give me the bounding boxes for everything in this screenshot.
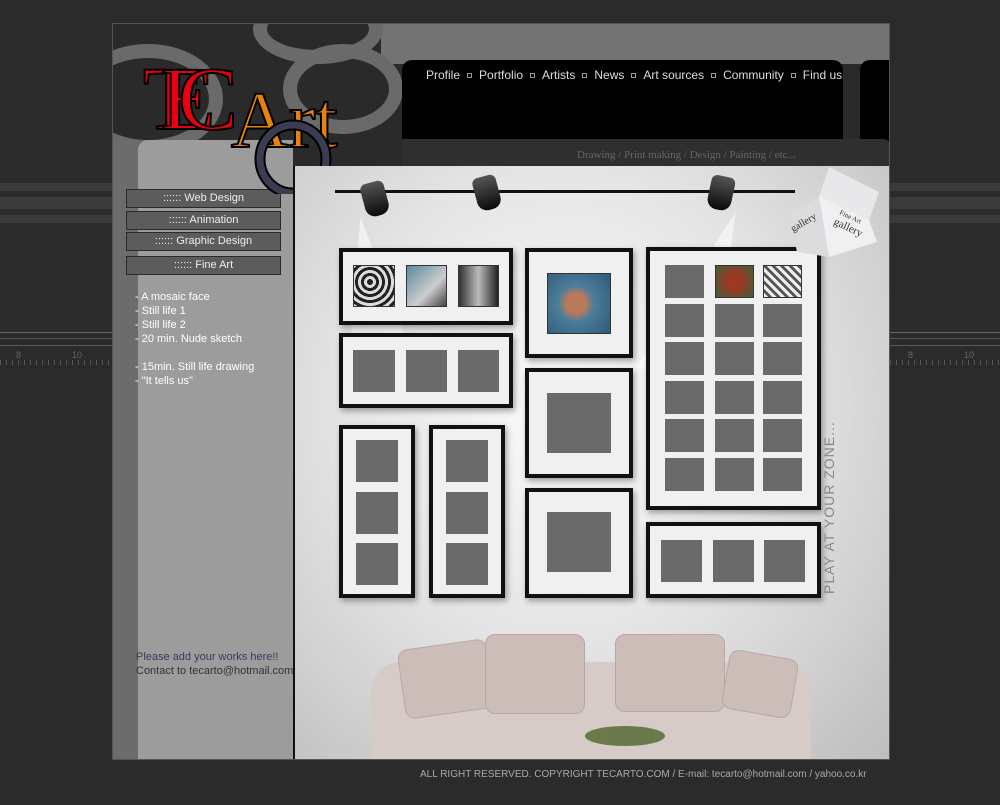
empty-slot [353, 350, 395, 392]
nav-links: Profile Portfolio Artists News Art sources Co… [426, 68, 842, 82]
empty-slot [665, 419, 704, 452]
ruler-right: 8 10 [890, 345, 1000, 367]
work-link[interactable]: - A mosaic face [135, 290, 254, 304]
site-container: Profile Portfolio Artists News Art sources Co… [112, 23, 890, 760]
footer-copyright: ALL RIGHT RESERVED. COPYRIGHT TECARTO.CO… [420, 769, 867, 780]
square-bullet-icon [790, 73, 796, 79]
artwork-thumbnail[interactable] [715, 265, 754, 298]
nav-art-sources[interactable]: Art sources [643, 68, 704, 82]
ruler-label: 10 [72, 350, 83, 360]
square-bullet-icon [631, 73, 637, 79]
empty-slot [715, 419, 754, 452]
ruler-label: 8 [16, 350, 22, 360]
empty-slot [715, 304, 754, 337]
pillow [615, 634, 725, 712]
empty-slot [665, 458, 704, 491]
empty-slot [446, 543, 488, 585]
menu-fine-art[interactable]: :::::: Fine Art [126, 256, 281, 275]
nav-artists[interactable]: Artists [542, 68, 575, 82]
pillow [396, 638, 496, 720]
pillow [485, 634, 585, 714]
empty-slot [356, 543, 398, 585]
empty-slot [715, 342, 754, 375]
empty-slot [356, 440, 398, 482]
ruler-left: 8 10 [0, 345, 112, 367]
empty-slot [406, 350, 447, 392]
nav-profile[interactable]: Profile [426, 68, 460, 82]
empty-slot [763, 381, 802, 414]
tagline: Drawing / Print making / Design / Painti… [577, 149, 796, 161]
nav-portfolio[interactable]: Portfolio [479, 68, 523, 82]
note-line: Please add your works here!! [136, 651, 279, 663]
empty-slot [665, 342, 704, 375]
nav-find-us[interactable]: Find us [803, 68, 842, 82]
work-link[interactable]: - 15min. Still life drawing [135, 360, 254, 374]
work-link[interactable]: - "It tells us" [135, 374, 254, 388]
note-line: Contact to tecarto@hotmail.com [136, 665, 294, 677]
header-band [381, 24, 889, 64]
empty-slot [763, 458, 802, 491]
nav-community[interactable]: Community [723, 68, 784, 82]
empty-slot [446, 492, 488, 534]
svg-text:TEC: TEC [143, 50, 238, 149]
empty-slot [547, 512, 611, 572]
empty-slot [763, 342, 802, 375]
empty-slot [715, 381, 754, 414]
artwork-thumbnail[interactable] [458, 265, 499, 307]
empty-slot [665, 304, 704, 337]
menu-graphic-design[interactable]: :::::: Graphic Design [126, 232, 281, 251]
work-link[interactable]: - Still life 2 [135, 318, 254, 332]
empty-slot [715, 458, 754, 491]
gallery-wall: PLAY AT YOUR ZONE... gallery Fine Art ga… [293, 166, 889, 759]
empty-slot [763, 419, 802, 452]
nav-news[interactable]: News [594, 68, 624, 82]
pillow [720, 648, 800, 720]
contact-note: Please add your works here!! Contact to … [136, 650, 293, 678]
menu-animation[interactable]: :::::: Animation [126, 211, 281, 230]
flower-bowl [585, 726, 665, 746]
square-bullet-icon [582, 73, 588, 79]
spotlight-icon [471, 173, 503, 213]
artwork-thumbnail[interactable] [547, 273, 611, 334]
empty-slot [458, 350, 499, 392]
artwork-thumbnail[interactable] [353, 265, 395, 307]
spotlight-icon [705, 173, 737, 213]
square-bullet-icon [711, 73, 717, 79]
square-bullet-icon [530, 73, 536, 79]
empty-slot [547, 393, 611, 453]
empty-slot [763, 304, 802, 337]
empty-slot [356, 492, 398, 534]
empty-slot [665, 265, 704, 298]
empty-slot [661, 540, 702, 582]
gallery-cube: gallery Fine Art gallery [789, 167, 879, 257]
work-link[interactable]: - 20 min. Nude sketch [135, 332, 254, 346]
empty-slot [665, 381, 704, 414]
play-zone-text: PLAY AT YOUR ZONE... [821, 421, 837, 594]
works-list: - A mosaic face - Still life 1 - Still l… [135, 290, 254, 388]
empty-slot [713, 540, 754, 582]
ruler-label: 8 [908, 350, 914, 360]
square-bullet-icon [467, 73, 473, 79]
artwork-thumbnail[interactable] [406, 265, 447, 307]
empty-slot [446, 440, 488, 482]
ruler-label: 10 [964, 350, 975, 360]
work-link[interactable]: - Still life 1 [135, 304, 254, 318]
empty-slot [764, 540, 805, 582]
